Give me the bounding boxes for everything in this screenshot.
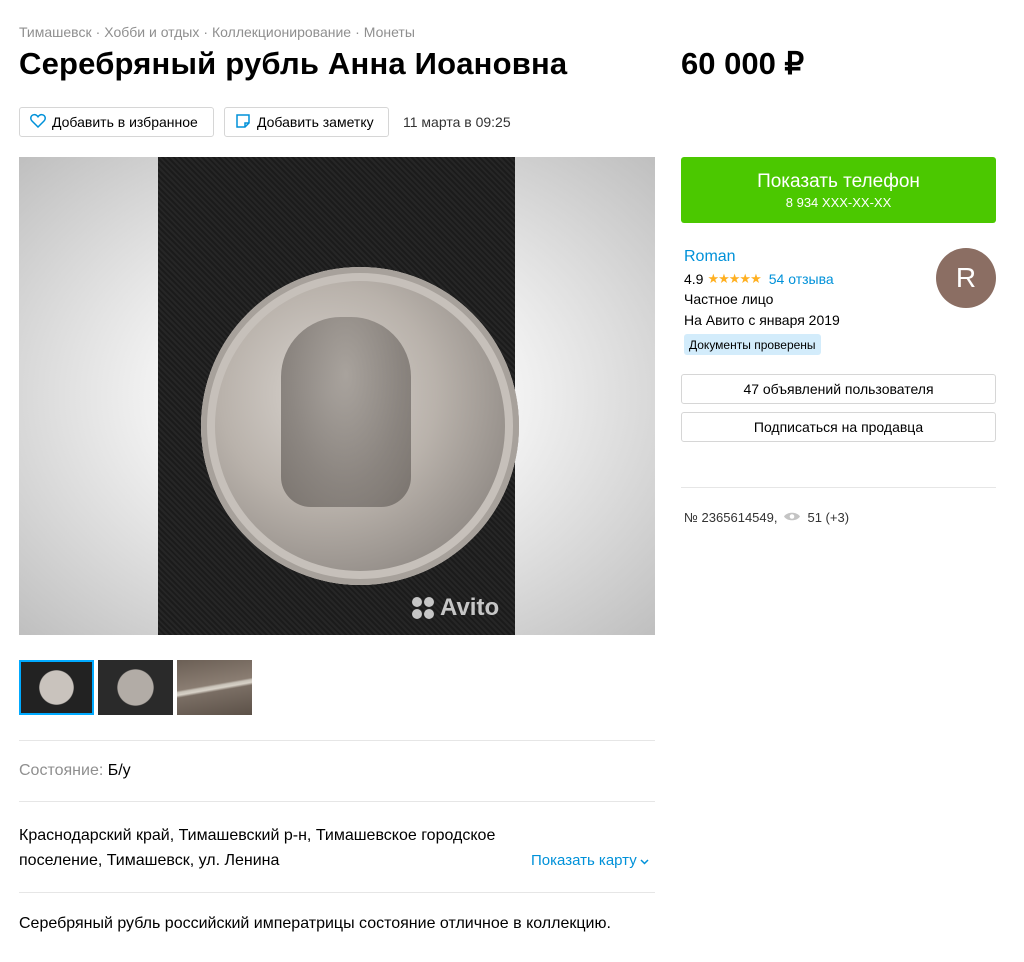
breadcrumb-item-coins[interactable]: Монеты bbox=[364, 24, 415, 40]
coin-portrait bbox=[281, 317, 411, 507]
seller-since: На Авито с января 2019 bbox=[684, 312, 840, 328]
breadcrumb-separator: · bbox=[355, 24, 360, 40]
avito-logo-icon bbox=[412, 597, 434, 619]
show-map-link[interactable]: Показать карту bbox=[531, 852, 649, 869]
rating-value: 4.9 bbox=[684, 271, 704, 287]
avatar[interactable]: R bbox=[936, 248, 996, 308]
avito-watermark: Avito bbox=[412, 594, 499, 622]
price: 60 000 ₽ bbox=[681, 46, 805, 81]
divider bbox=[19, 892, 655, 893]
coin-image bbox=[201, 267, 519, 585]
add-to-favorites-button[interactable]: Добавить в избранное bbox=[19, 107, 214, 137]
listing-meta: № 2365614549, 51 (+3) bbox=[684, 510, 849, 525]
breadcrumb: Тимашевск · Хобби и отдых · Коллекционирован… bbox=[19, 24, 415, 40]
divider bbox=[19, 740, 655, 741]
thumbnail-strip bbox=[19, 660, 252, 715]
main-photo[interactable]: Avito bbox=[19, 157, 655, 635]
thumbnail-2[interactable] bbox=[98, 660, 173, 715]
add-to-favorites-label: Добавить в избранное bbox=[52, 114, 198, 130]
add-note-button[interactable]: Добавить заметку bbox=[224, 107, 389, 137]
phone-masked: 8 934 XXX-XX-XX bbox=[785, 194, 892, 210]
description: Серебряный рубль российский императрицы … bbox=[19, 915, 611, 932]
divider bbox=[681, 487, 996, 488]
breadcrumb-separator: · bbox=[203, 24, 209, 40]
condition-value: Б/у bbox=[107, 762, 131, 779]
view-count: 51 (+3) bbox=[807, 510, 850, 525]
breadcrumb-separator: · bbox=[95, 24, 101, 40]
subscribe-seller-button[interactable]: Подписаться на продавца bbox=[681, 412, 996, 442]
condition: Состояние: Б/у bbox=[19, 762, 131, 780]
documents-verified-badge: Документы проверены bbox=[684, 334, 821, 355]
thumbnail-1[interactable] bbox=[19, 660, 94, 715]
heart-icon bbox=[30, 113, 46, 131]
seller-ads-button[interactable]: 47 объявлений пользователя bbox=[681, 374, 996, 404]
reviews-link[interactable]: 54 отзыва bbox=[769, 271, 834, 287]
seller-type: Частное лицо bbox=[684, 291, 774, 307]
breadcrumb-item-city[interactable]: Тимашевск bbox=[19, 24, 92, 40]
thumbnail-3[interactable] bbox=[177, 660, 252, 715]
divider bbox=[19, 801, 655, 802]
note-icon bbox=[235, 113, 251, 132]
listing-date: 11 марта в 09:25 bbox=[403, 114, 511, 130]
show-phone-button[interactable]: Показать телефон 8 934 XXX-XX-XX bbox=[681, 157, 996, 223]
show-map-label: Показать карту bbox=[531, 852, 637, 869]
add-note-label: Добавить заметку bbox=[257, 114, 374, 130]
seller-rating: 4.9 ★★★★★ 54 отзыва bbox=[684, 271, 834, 287]
show-phone-label: Показать телефон bbox=[757, 170, 920, 192]
star-rating-icon: ★★★★★ bbox=[707, 271, 761, 286]
breadcrumb-item-collecting[interactable]: Коллекционирование bbox=[212, 24, 351, 40]
address: Краснодарский край, Тимашевский р-н, Тим… bbox=[19, 827, 496, 869]
item-number: № 2365614549, bbox=[684, 510, 778, 525]
breadcrumb-item-hobby[interactable]: Хобби и отдых bbox=[104, 24, 199, 40]
condition-label: Состояние: bbox=[19, 762, 104, 779]
chevron-down-icon bbox=[640, 852, 649, 869]
seller-name-link[interactable]: Roman bbox=[684, 248, 736, 266]
page-title: Серебряный рубль Анна Иоановна bbox=[19, 46, 568, 81]
eye-icon bbox=[783, 510, 801, 525]
watermark-text: Avito bbox=[440, 594, 500, 621]
